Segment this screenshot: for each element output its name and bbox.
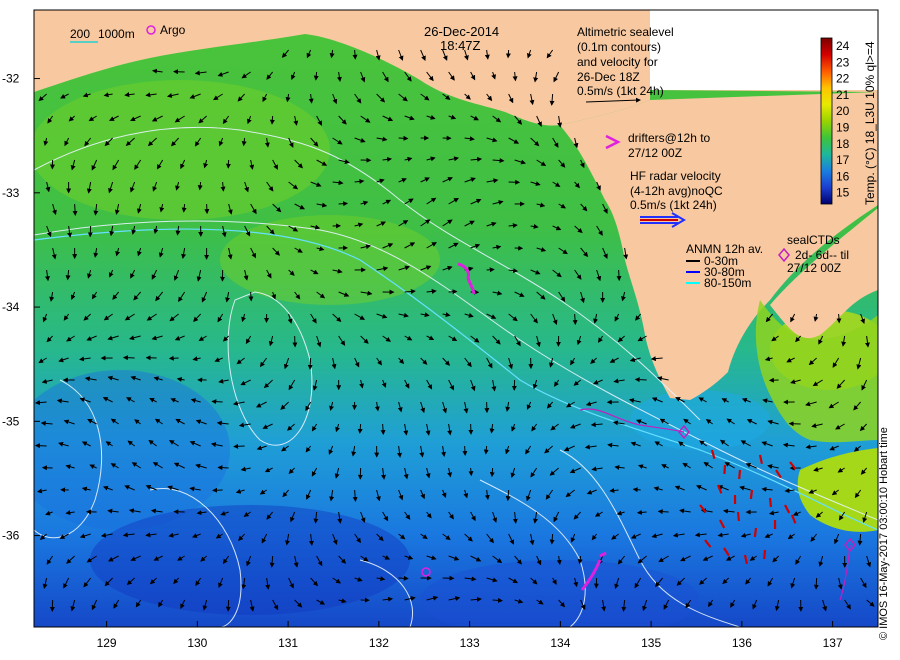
- velocity-arrow: [352, 49, 358, 60]
- svg-text:27/12 00Z: 27/12 00Z: [787, 261, 841, 275]
- colorbar-label: 18: [836, 137, 850, 151]
- svg-text:sealCTDs: sealCTDs: [787, 233, 840, 247]
- lon-tick-label: 132: [369, 636, 389, 650]
- colorbar-label: 21: [836, 88, 850, 102]
- velocity-arrow: [398, 575, 409, 581]
- lon-tick-label: 136: [732, 636, 752, 650]
- velocity-arrow: [338, 201, 349, 207]
- velocity-arrow: [505, 49, 511, 59]
- colorbar-label: 22: [836, 72, 850, 86]
- colorbar: [820, 37, 833, 205]
- velocity-arrow: [813, 577, 819, 590]
- velocity-arrow: [616, 269, 622, 282]
- velocity-arrow: [486, 267, 495, 273]
- velocity-arrow: [211, 399, 223, 405]
- svg-text:drifters@12h to: drifters@12h to: [628, 131, 711, 145]
- svg-text:27/12 00Z: 27/12 00Z: [628, 146, 682, 160]
- hf-radar-arrow: [763, 549, 767, 560]
- velocity-arrow: [34, 443, 47, 449]
- colorbar-label: 15: [836, 186, 850, 200]
- svg-text:(4-12h avg)noQC: (4-12h avg)noQC: [630, 184, 723, 198]
- velocity-arrow: [72, 203, 78, 216]
- lat-tick-label: -33: [2, 186, 20, 200]
- svg-text:0.5m/s (1kt 24h): 0.5m/s (1kt 24h): [630, 198, 717, 212]
- lon-tick-label: 129: [97, 636, 117, 650]
- hf-radar-arrow: [736, 511, 741, 522]
- lon-tick-label: 133: [460, 636, 480, 650]
- hf-radar-arrow: [738, 469, 742, 480]
- lon-tick-label: 130: [187, 636, 207, 650]
- velocity-arrow: [217, 465, 229, 471]
- velocity-arrow: [492, 597, 503, 603]
- velocity-arrow: [248, 291, 254, 302]
- velocity-arrow: [468, 467, 474, 477]
- svg-text:2d- 6d-- til: 2d- 6d-- til: [795, 248, 849, 262]
- velocity-arrow: [448, 289, 458, 295]
- hf-radar-arrow: [768, 497, 773, 508]
- argo-label: Argo: [160, 23, 186, 37]
- credit-text: © IMOS 16-May-2017 03:00:10 Hobart time: [878, 427, 890, 640]
- lat-tick-label: -36: [2, 529, 20, 543]
- lat-tick-label: -32: [2, 72, 20, 86]
- lon-tick-label: 131: [278, 636, 298, 650]
- colorbar-label: 23: [836, 55, 850, 69]
- velocity-arrow: [632, 487, 641, 493]
- velocity-arrow: [380, 423, 386, 436]
- colorbar-label: 24: [836, 39, 850, 53]
- map-date: 26-Dec-2014: [424, 24, 499, 39]
- svg-text:26-Dec 18Z: 26-Dec 18Z: [577, 70, 640, 84]
- colorbar-label: 17: [836, 153, 850, 167]
- colorbar-title: Temp. (°C) 18_L3U 10% ql>=4: [863, 41, 877, 205]
- colorbar-label: 19: [836, 121, 850, 135]
- map-time: 18:47Z: [440, 38, 481, 53]
- svg-text:Altimetric sealevel: Altimetric sealevel: [577, 25, 674, 39]
- svg-text:(0.1m contours): (0.1m contours): [577, 40, 661, 54]
- svg-text:and velocity for: and velocity for: [577, 55, 658, 69]
- colorbar-label: 16: [836, 169, 850, 183]
- velocity-arrow: [657, 509, 669, 515]
- velocity-arrow: [489, 467, 495, 478]
- lon-tick-label: 137: [823, 636, 843, 650]
- depth-contour-label: 1000m: [98, 27, 135, 41]
- velocity-arrow: [398, 135, 409, 141]
- velocity-arrow: [836, 313, 842, 324]
- svg-text:0.5m/s (1kt 24h): 0.5m/s (1kt 24h): [577, 84, 664, 98]
- scale-label: 200: [70, 27, 90, 41]
- velocity-arrow: [233, 443, 245, 449]
- lat-tick-label: -34: [2, 300, 20, 314]
- sst-map: -32 -33 -34 -35 -36 129 130 131 132 133 134 135 136…: [2, 9, 879, 650]
- lon-tick-label: 135: [641, 636, 661, 650]
- velocity-arrow: [269, 115, 275, 125]
- svg-text:80-150m: 80-150m: [704, 276, 751, 290]
- hf-radar-arrow: [723, 464, 727, 475]
- hf-radar-arrow: [749, 489, 754, 500]
- lon-tick-label: 134: [550, 636, 570, 650]
- velocity-arrow: [634, 377, 647, 383]
- svg-text:HF radar velocity: HF radar velocity: [630, 169, 721, 183]
- velocity-arrow: [225, 599, 231, 612]
- colorbar-label: 20: [836, 104, 850, 118]
- hf-radar-arrow: [753, 527, 758, 538]
- velocity-arrow: [307, 357, 313, 370]
- lat-tick-label: -35: [2, 414, 20, 428]
